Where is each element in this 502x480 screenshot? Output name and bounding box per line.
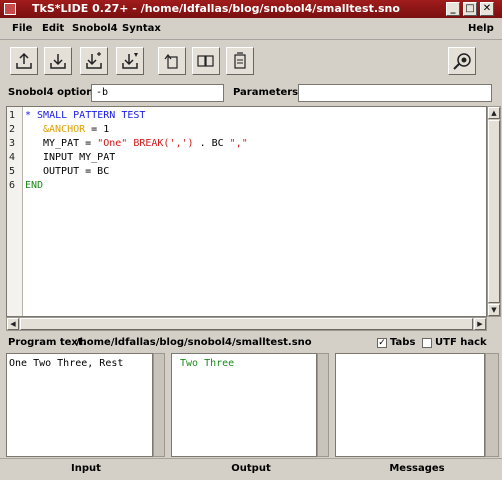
title-bar: TkS*LIDE 0.27+ - /home/ldfallas/blog/sno…	[0, 0, 502, 18]
book-icon	[197, 55, 214, 67]
messages-pane-label: Messages	[389, 463, 445, 474]
tabs-checkbox[interactable]: ✓	[377, 338, 387, 348]
options-row: Snobol4 options: -b Parameters:	[0, 82, 502, 104]
utf-hack-label: UTF hack	[435, 337, 487, 348]
parameters-label: Parameters:	[233, 87, 303, 98]
menu-snobol4[interactable]: Snobol4	[72, 23, 118, 34]
input-scrollbar[interactable]	[153, 353, 165, 457]
settings-icon	[453, 53, 471, 70]
book-button[interactable]	[192, 47, 220, 75]
output-scrollbar[interactable]	[317, 353, 329, 457]
scroll-right-arrow[interactable]: ▶	[474, 318, 486, 330]
save-as-button[interactable]	[80, 47, 108, 75]
messages-pane[interactable]	[335, 353, 485, 457]
menu-syntax[interactable]: Syntax	[122, 23, 161, 34]
editor-vertical-scrollbar[interactable]: ▲ ▼	[487, 106, 501, 317]
save-file-icon	[50, 54, 66, 69]
program-text-label: Program text:	[8, 337, 87, 348]
settings-button[interactable]	[448, 47, 476, 75]
pane-labels: Input Output Messages	[0, 458, 502, 480]
code-line: OUTPUT = BC	[43, 166, 110, 177]
menu-help[interactable]: Help	[468, 23, 494, 34]
scroll-thumb[interactable]	[488, 120, 500, 303]
snobol4-options-label: Snobol4 options:	[8, 87, 104, 98]
line-number: 2	[9, 124, 16, 135]
messages-scrollbar[interactable]	[485, 353, 499, 457]
open-button[interactable]	[10, 47, 38, 75]
run-icon	[122, 53, 138, 69]
code-line: MY_PAT = "One" BREAK(',') . BC ","	[43, 138, 248, 149]
save-as-icon	[86, 52, 102, 69]
utf-hack-checkbox[interactable]	[422, 338, 432, 348]
code-line: &ANCHOR = 1	[43, 124, 110, 135]
input-pane-label: Input	[71, 463, 101, 474]
code-line: * SMALL PATTERN TEST	[25, 110, 146, 121]
line-number: 4	[9, 152, 16, 163]
scroll-up-arrow[interactable]: ▲	[488, 107, 500, 119]
toolbar	[0, 41, 502, 81]
copy-button[interactable]	[158, 47, 186, 75]
scroll-left-arrow[interactable]: ◀	[7, 318, 19, 330]
line-number: 3	[9, 138, 16, 149]
line-number: 6	[9, 180, 16, 191]
tabs-label: Tabs	[390, 337, 416, 348]
output-text: Two Three	[180, 358, 235, 369]
line-number: 5	[9, 166, 16, 177]
document-icon	[234, 52, 246, 69]
menu-bar: File Edit Snobol4 Syntax Help	[0, 18, 502, 40]
minimize-button[interactable]: _	[446, 2, 460, 16]
program-text-row: Program text: /home/ldfallas/blog/snobol…	[0, 334, 502, 352]
copy-icon	[164, 54, 178, 69]
output-pane-label: Output	[231, 463, 271, 474]
maximize-button[interactable]: □	[463, 2, 477, 16]
editor-horizontal-scrollbar[interactable]: ◀ ▶	[6, 317, 487, 331]
code-line: INPUT MY_PAT	[43, 152, 116, 163]
input-pane[interactable]: One Two Three, Rest	[6, 353, 153, 457]
window-title: TkS*LIDE 0.27+ - /home/ldfallas/blog/sno…	[32, 2, 400, 15]
scroll-down-arrow[interactable]: ▼	[488, 304, 500, 316]
program-path: /home/ldfallas/blog/snobol4/smalltest.sn…	[76, 337, 312, 348]
menu-edit[interactable]: Edit	[42, 23, 64, 34]
scroll-thumb[interactable]	[20, 318, 473, 330]
close-button[interactable]: ✕	[480, 2, 494, 16]
line-number: 1	[9, 110, 16, 121]
input-text: One Two Three, Rest	[9, 358, 124, 369]
output-pane[interactable]: Two Three	[171, 353, 317, 457]
code-line: END	[25, 180, 44, 191]
open-file-icon	[16, 52, 32, 69]
run-button[interactable]	[116, 47, 144, 75]
code-editor[interactable]: 1 2 3 4 5 6 * SMALL PATTERN TEST &ANCHOR…	[6, 106, 487, 317]
menu-file[interactable]: File	[12, 23, 32, 34]
snobol4-options-input[interactable]: -b	[91, 84, 224, 102]
save-button[interactable]	[44, 47, 72, 75]
line-number-gutter: 1 2 3 4 5 6	[7, 107, 23, 316]
document-button[interactable]	[226, 47, 254, 75]
parameters-input[interactable]	[298, 84, 492, 102]
